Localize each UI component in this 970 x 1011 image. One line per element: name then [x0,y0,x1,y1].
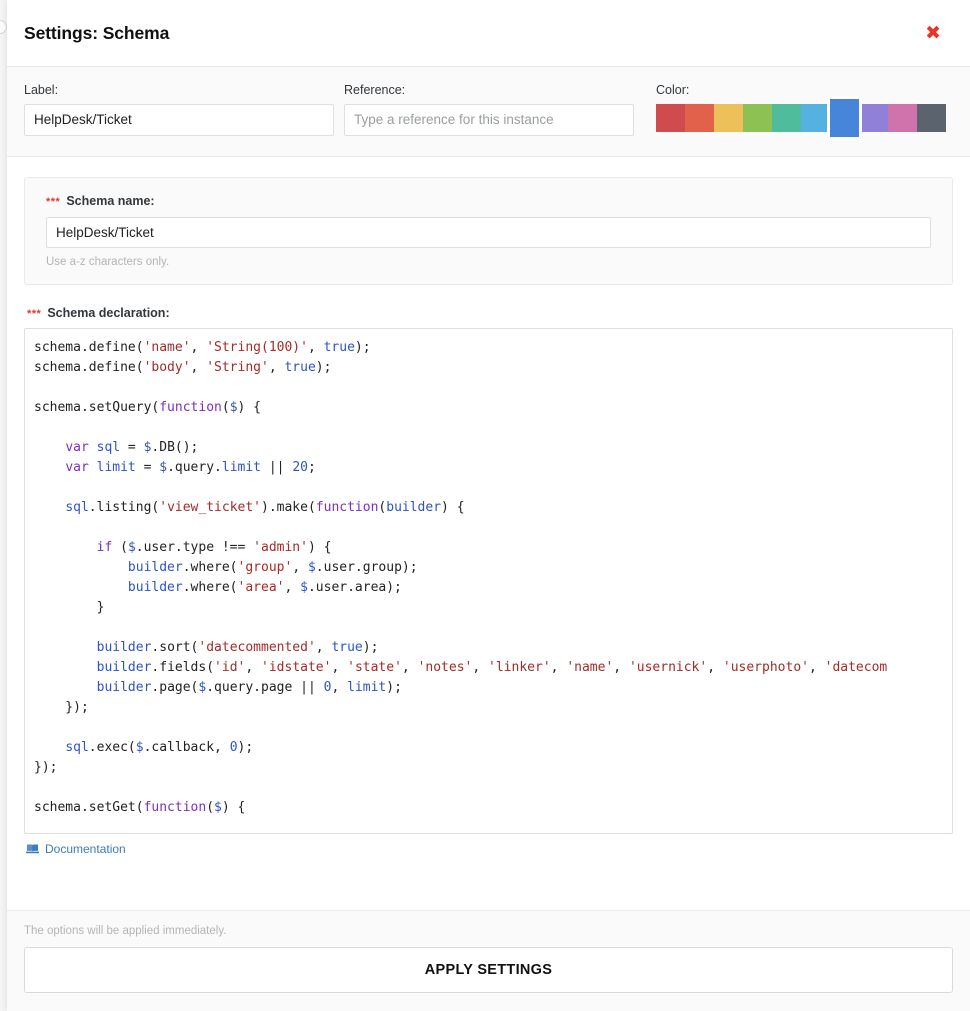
color-swatch-purple[interactable] [859,103,888,132]
schema-declaration-label-text: Schema declaration: [47,305,170,320]
schema-name-hint: Use a-z characters only. [46,256,170,268]
background-circle-icon [0,20,7,34]
color-swatch-red[interactable] [656,103,685,132]
reference-caption: Reference: [344,83,406,97]
code-editor-content[interactable]: schema.define('name', 'String(100)', tru… [25,329,952,818]
page-title: Settings: Schema [24,22,170,43]
color-swatch-slate[interactable] [917,103,946,132]
color-swatch-list[interactable] [656,98,946,137]
page-root: Settings: Schema ✖ Label: Reference: Col… [0,0,970,1011]
color-swatch-teal[interactable] [772,103,801,132]
label-caption: Label: [24,83,59,97]
color-field-group: Color: [656,83,946,137]
dialog-meta-bar: Label: Reference: Color: [7,67,970,157]
color-swatch-orange-red[interactable] [685,103,714,132]
color-swatch-yellow[interactable] [714,103,743,132]
documentation-link[interactable]: Documentation [26,842,953,856]
reference-input[interactable] [344,103,634,136]
schema-declaration-caption: *** Schema declaration: [27,306,953,320]
schema-name-input[interactable] [46,217,931,248]
required-marker-icon: *** [46,196,61,208]
book-icon [26,843,39,854]
dialog-footer: The options will be applied immediately.… [7,910,970,1011]
apply-settings-button[interactable]: APPLY SETTINGS [24,946,953,993]
label-field-group: Label: [24,84,334,136]
label-input[interactable] [24,103,334,136]
dialog-body: *** Schema name: Use a-z characters only… [7,157,970,910]
schema-name-panel: *** Schema name: Use a-z characters only… [24,177,953,285]
documentation-link-label: Documentation [45,841,126,856]
reference-field-group: Reference: [344,84,634,136]
close-icon[interactable]: ✖ [919,20,947,47]
settings-schema-dialog: Settings: Schema ✖ Label: Reference: Col… [7,0,970,1011]
color-swatch-light-blue[interactable] [801,103,830,132]
schema-name-caption: *** Schema name: [46,194,931,208]
color-swatch-blue[interactable] [830,98,859,137]
color-swatch-pink[interactable] [888,103,917,132]
color-swatch-green[interactable] [743,103,772,132]
schema-name-label-text: Schema name: [66,194,155,208]
footer-note: The options will be applied immediately. [24,925,227,937]
code-editor[interactable]: schema.define('name', 'String(100)', tru… [24,327,953,834]
dialog-header: Settings: Schema ✖ [7,0,970,67]
required-marker-icon: *** [27,307,42,320]
color-caption: Color: [656,83,690,97]
